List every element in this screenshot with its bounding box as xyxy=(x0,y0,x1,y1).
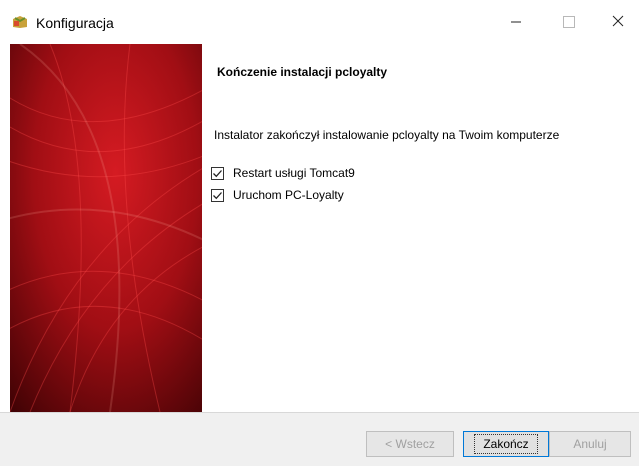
restart-tomcat-label: Restart usługi Tomcat9 xyxy=(233,166,355,180)
launch-pc-loyalty-checkbox[interactable] xyxy=(211,188,224,202)
wizard-side-banner xyxy=(10,44,202,412)
minimize-icon xyxy=(510,14,522,31)
checkmark-icon xyxy=(213,191,222,199)
minimize-button[interactable] xyxy=(500,10,532,34)
back-button-label: < Wstecz xyxy=(385,437,435,451)
wizard-content: Kończenie instalacji pcloyalty Instalato… xyxy=(202,44,639,412)
checkmark-icon xyxy=(213,169,222,177)
finish-button[interactable]: Zakończ xyxy=(463,431,549,457)
restart-tomcat-option[interactable]: Restart usługi Tomcat9 xyxy=(211,166,355,180)
cancel-button-label: Anuluj xyxy=(573,437,607,451)
close-icon xyxy=(612,14,624,31)
restart-tomcat-checkbox[interactable] xyxy=(211,166,224,180)
wizard-footer: < Wstecz Zakończ Anuluj xyxy=(0,413,639,466)
back-button[interactable]: < Wstecz xyxy=(366,431,454,457)
close-button[interactable] xyxy=(602,10,634,34)
window-title: Konfiguracja xyxy=(36,15,114,31)
cancel-button[interactable]: Anuluj xyxy=(549,431,631,457)
installer-window: Konfiguracja Kończenie instalacji pcloya… xyxy=(0,0,639,466)
completion-message: Instalator zakończył instalowanie pcloya… xyxy=(214,128,560,142)
maximize-button[interactable] xyxy=(553,10,585,34)
maximize-icon xyxy=(563,16,575,28)
launch-pc-loyalty-option[interactable]: Uruchom PC-Loyalty xyxy=(211,188,344,202)
page-heading: Kończenie instalacji pcloyalty xyxy=(217,65,388,79)
installer-app-icon xyxy=(12,15,28,29)
title-bar[interactable]: Konfiguracja xyxy=(0,0,639,44)
launch-pc-loyalty-label: Uruchom PC-Loyalty xyxy=(233,188,344,202)
finish-button-label: Zakończ xyxy=(474,434,538,454)
